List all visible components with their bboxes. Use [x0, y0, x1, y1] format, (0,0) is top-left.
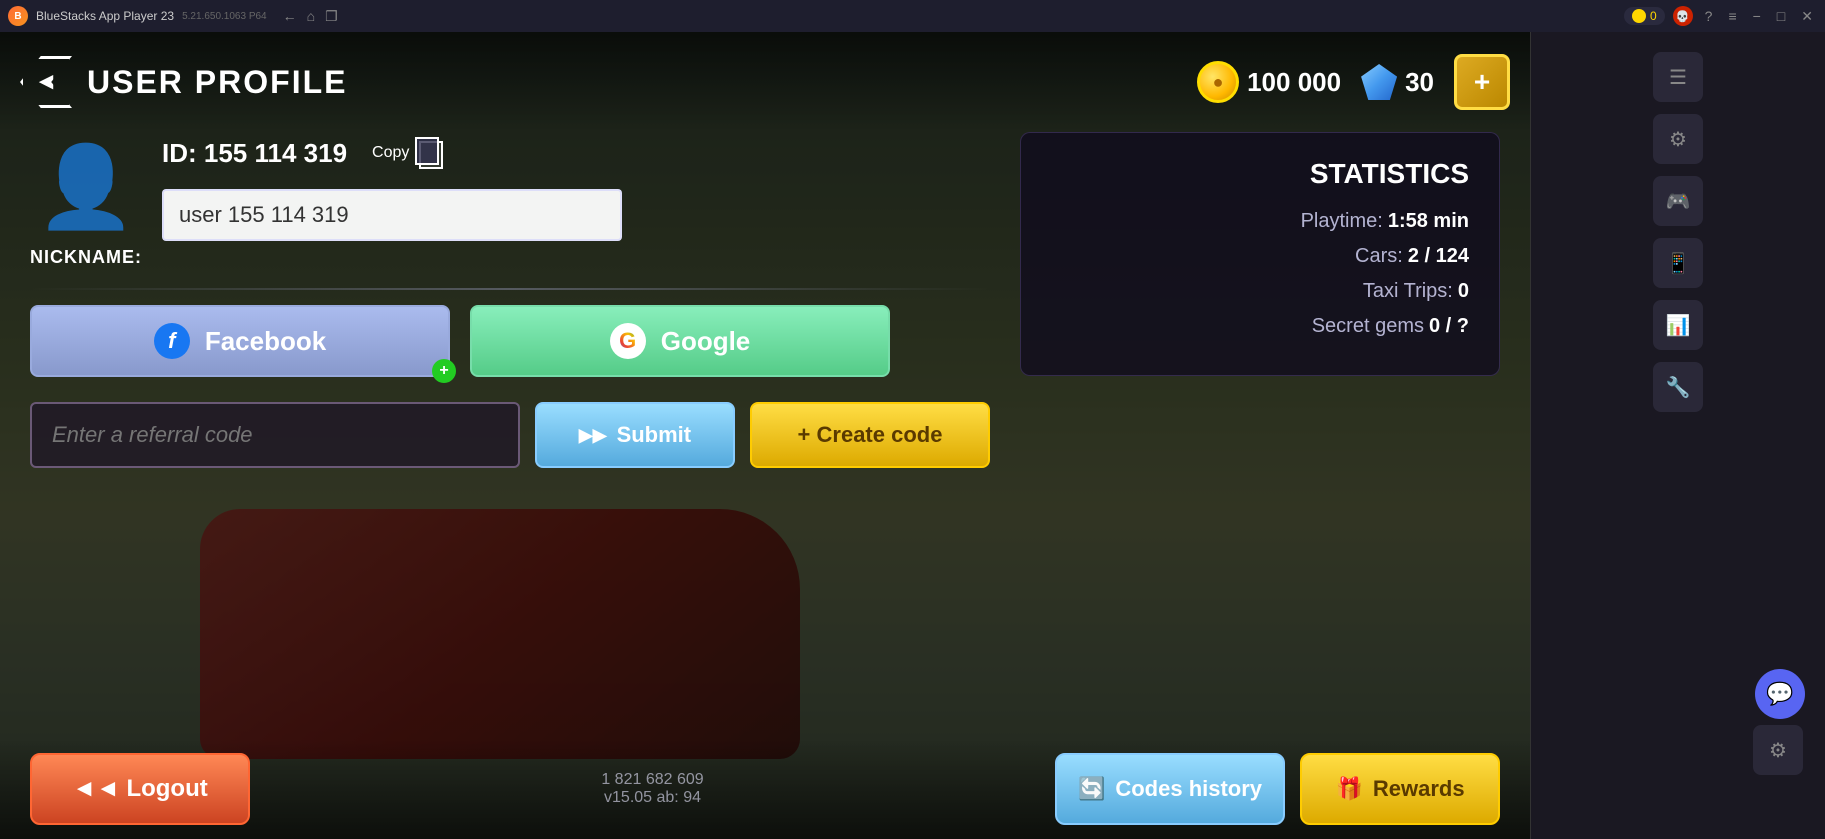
facebook-label: Facebook	[205, 326, 326, 357]
back-arrow-icon: ◄	[20, 56, 72, 108]
profile-content: 👤 NICKNAME: ID: 155 114 319 Copy f	[30, 132, 990, 739]
titlebar-right: 0 💀 ? ≡ − □ ✕	[1624, 6, 1817, 26]
add-currency-button[interactable]: +	[1454, 54, 1510, 110]
taxi-trips-label: Taxi Trips:	[1363, 280, 1453, 303]
app-title: BlueStacks App Player 23	[36, 9, 174, 23]
diamond-icon	[1361, 64, 1397, 100]
titlebar-coin-count: 0	[1650, 9, 1657, 23]
stat-cars: Cars: 2 / 124	[1051, 245, 1469, 268]
nickname-input[interactable]	[162, 189, 622, 241]
social-buttons: f Facebook + G Google	[30, 305, 990, 377]
bottom-right: 🔄 Codes history 🎁 Rewards	[1055, 753, 1500, 825]
coin-icon: ●	[1197, 61, 1239, 103]
copy-button[interactable]: Copy	[362, 132, 453, 174]
nav-home-icon[interactable]: ⌂	[307, 8, 315, 25]
coins-display: ● 100 000	[1197, 61, 1341, 103]
titlebar-nav: ← ⌂ ❐	[283, 8, 338, 25]
codes-history-label: Codes history	[1115, 776, 1262, 802]
secret-gems-value: 0 / ?	[1429, 315, 1469, 338]
menu-icon[interactable]: ≡	[1724, 8, 1740, 24]
cars-value: 2 / 124	[1408, 245, 1469, 268]
bottom-area: ◄◄ Logout 1 821 682 609 v15.05 ab: 94 🔄 …	[0, 739, 1530, 839]
rewards-icon: 🎁	[1335, 776, 1362, 802]
codes-history-icon: 🔄	[1078, 776, 1105, 802]
copy-label: Copy	[372, 144, 409, 162]
stat-taxi-trips: Taxi Trips: 0	[1051, 280, 1469, 303]
sidebar-icon-3[interactable]: 🎮	[1653, 176, 1703, 226]
copy-icon	[415, 137, 443, 169]
cars-label: Cars:	[1355, 245, 1403, 268]
google-button[interactable]: G Google	[470, 305, 890, 377]
google-g-icon: G	[619, 328, 636, 354]
back-button[interactable]: ◄	[20, 56, 72, 108]
taxi-trips-value: 0	[1458, 280, 1469, 303]
maximize-icon[interactable]: □	[1773, 8, 1789, 24]
avatar-silhouette: 👤	[36, 147, 136, 227]
discord-icon[interactable]: 💬	[1755, 669, 1805, 719]
facebook-logo: f	[154, 323, 190, 359]
secret-gems-label: Secret gems	[1312, 315, 1424, 338]
nav-back-icon[interactable]: ←	[283, 8, 297, 25]
submit-label: Submit	[617, 422, 692, 448]
sidebar-icon-1[interactable]: ☰	[1653, 52, 1703, 102]
rewards-button[interactable]: 🎁 Rewards	[1300, 753, 1500, 825]
version-line2: v15.05 ab: 94	[604, 789, 701, 807]
profile-row: 👤 NICKNAME: ID: 155 114 319 Copy	[30, 132, 990, 268]
create-code-button[interactable]: + Create code	[750, 402, 990, 468]
sidebar-icon-2[interactable]: ⚙	[1653, 114, 1703, 164]
avatar-area: 👤 NICKNAME:	[30, 132, 142, 268]
diamond-value: 30	[1405, 67, 1434, 98]
playtime-value: 1:58 min	[1388, 210, 1469, 233]
separator	[30, 288, 990, 290]
user-id: ID: 155 114 319	[162, 138, 347, 169]
playtime-label: Playtime:	[1301, 210, 1383, 233]
skull-icon[interactable]: 💀	[1673, 6, 1693, 26]
coins-value: 100 000	[1247, 67, 1341, 98]
sidebar-icon-4[interactable]: 📱	[1653, 238, 1703, 288]
id-nickname-area: ID: 155 114 319 Copy	[162, 132, 990, 241]
stat-playtime: Playtime: 1:58 min	[1051, 210, 1469, 233]
rewards-label: Rewards	[1373, 776, 1465, 802]
submit-icon: ▶▶	[579, 425, 607, 446]
bottom-center: 1 821 682 609 v15.05 ab: 94	[250, 771, 1055, 807]
logout-button[interactable]: ◄◄ Logout	[30, 753, 250, 825]
facebook-button[interactable]: f Facebook +	[30, 305, 450, 377]
nickname-section-label: NICKNAME:	[30, 247, 142, 268]
id-row: ID: 155 114 319 Copy	[162, 132, 990, 174]
help-icon[interactable]: ?	[1701, 8, 1717, 24]
page-title: USER PROFILE	[87, 64, 347, 101]
plus-indicator: +	[432, 359, 456, 383]
diamond-display: 30	[1361, 64, 1434, 100]
statistics-panel: Statistics Playtime: 1:58 min Cars: 2 / …	[1020, 132, 1500, 376]
logout-label: ◄◄ Logout	[72, 775, 207, 803]
google-logo: G	[610, 323, 646, 359]
minimize-icon[interactable]: −	[1749, 8, 1765, 24]
sidebar-icon-6[interactable]: 🔧	[1653, 362, 1703, 412]
right-sidebar: ☰ ⚙ 🎮 📱 📊 🔧 💬 ⚙	[1530, 32, 1825, 839]
currency-area: ● 100 000 30 +	[1197, 54, 1510, 110]
titlebar-coin-badge: 0	[1624, 7, 1665, 25]
titlebar: B BlueStacks App Player 23 5.21.650.1063…	[0, 0, 1825, 32]
codes-history-button[interactable]: 🔄 Codes history	[1055, 753, 1285, 825]
game-ui: ◄ USER PROFILE ● 100 000 30 + 👤 NICKNAME…	[0, 32, 1530, 839]
app-logo: B	[8, 6, 28, 26]
titlebar-coin-icon	[1632, 9, 1646, 23]
close-icon[interactable]: ✕	[1797, 8, 1817, 25]
submit-button[interactable]: ▶▶ Submit	[535, 402, 735, 468]
create-code-label: + Create code	[798, 422, 943, 448]
page-header: ◄ USER PROFILE ● 100 000 30 +	[0, 32, 1530, 132]
sidebar-settings-icon[interactable]: ⚙	[1753, 725, 1803, 775]
sidebar-icon-5[interactable]: 📊	[1653, 300, 1703, 350]
avatar: 👤	[41, 132, 131, 242]
statistics-title: Statistics	[1051, 158, 1469, 190]
nav-windows-icon[interactable]: ❐	[325, 8, 338, 25]
stat-secret-gems: Secret gems 0 / ?	[1051, 315, 1469, 338]
app-version: 5.21.650.1063 P64	[182, 11, 267, 22]
referral-input[interactable]	[30, 402, 520, 468]
google-label: Google	[661, 326, 751, 357]
version-line1: 1 821 682 609	[601, 771, 703, 789]
referral-row: ▶▶ Submit + Create code	[30, 402, 990, 468]
